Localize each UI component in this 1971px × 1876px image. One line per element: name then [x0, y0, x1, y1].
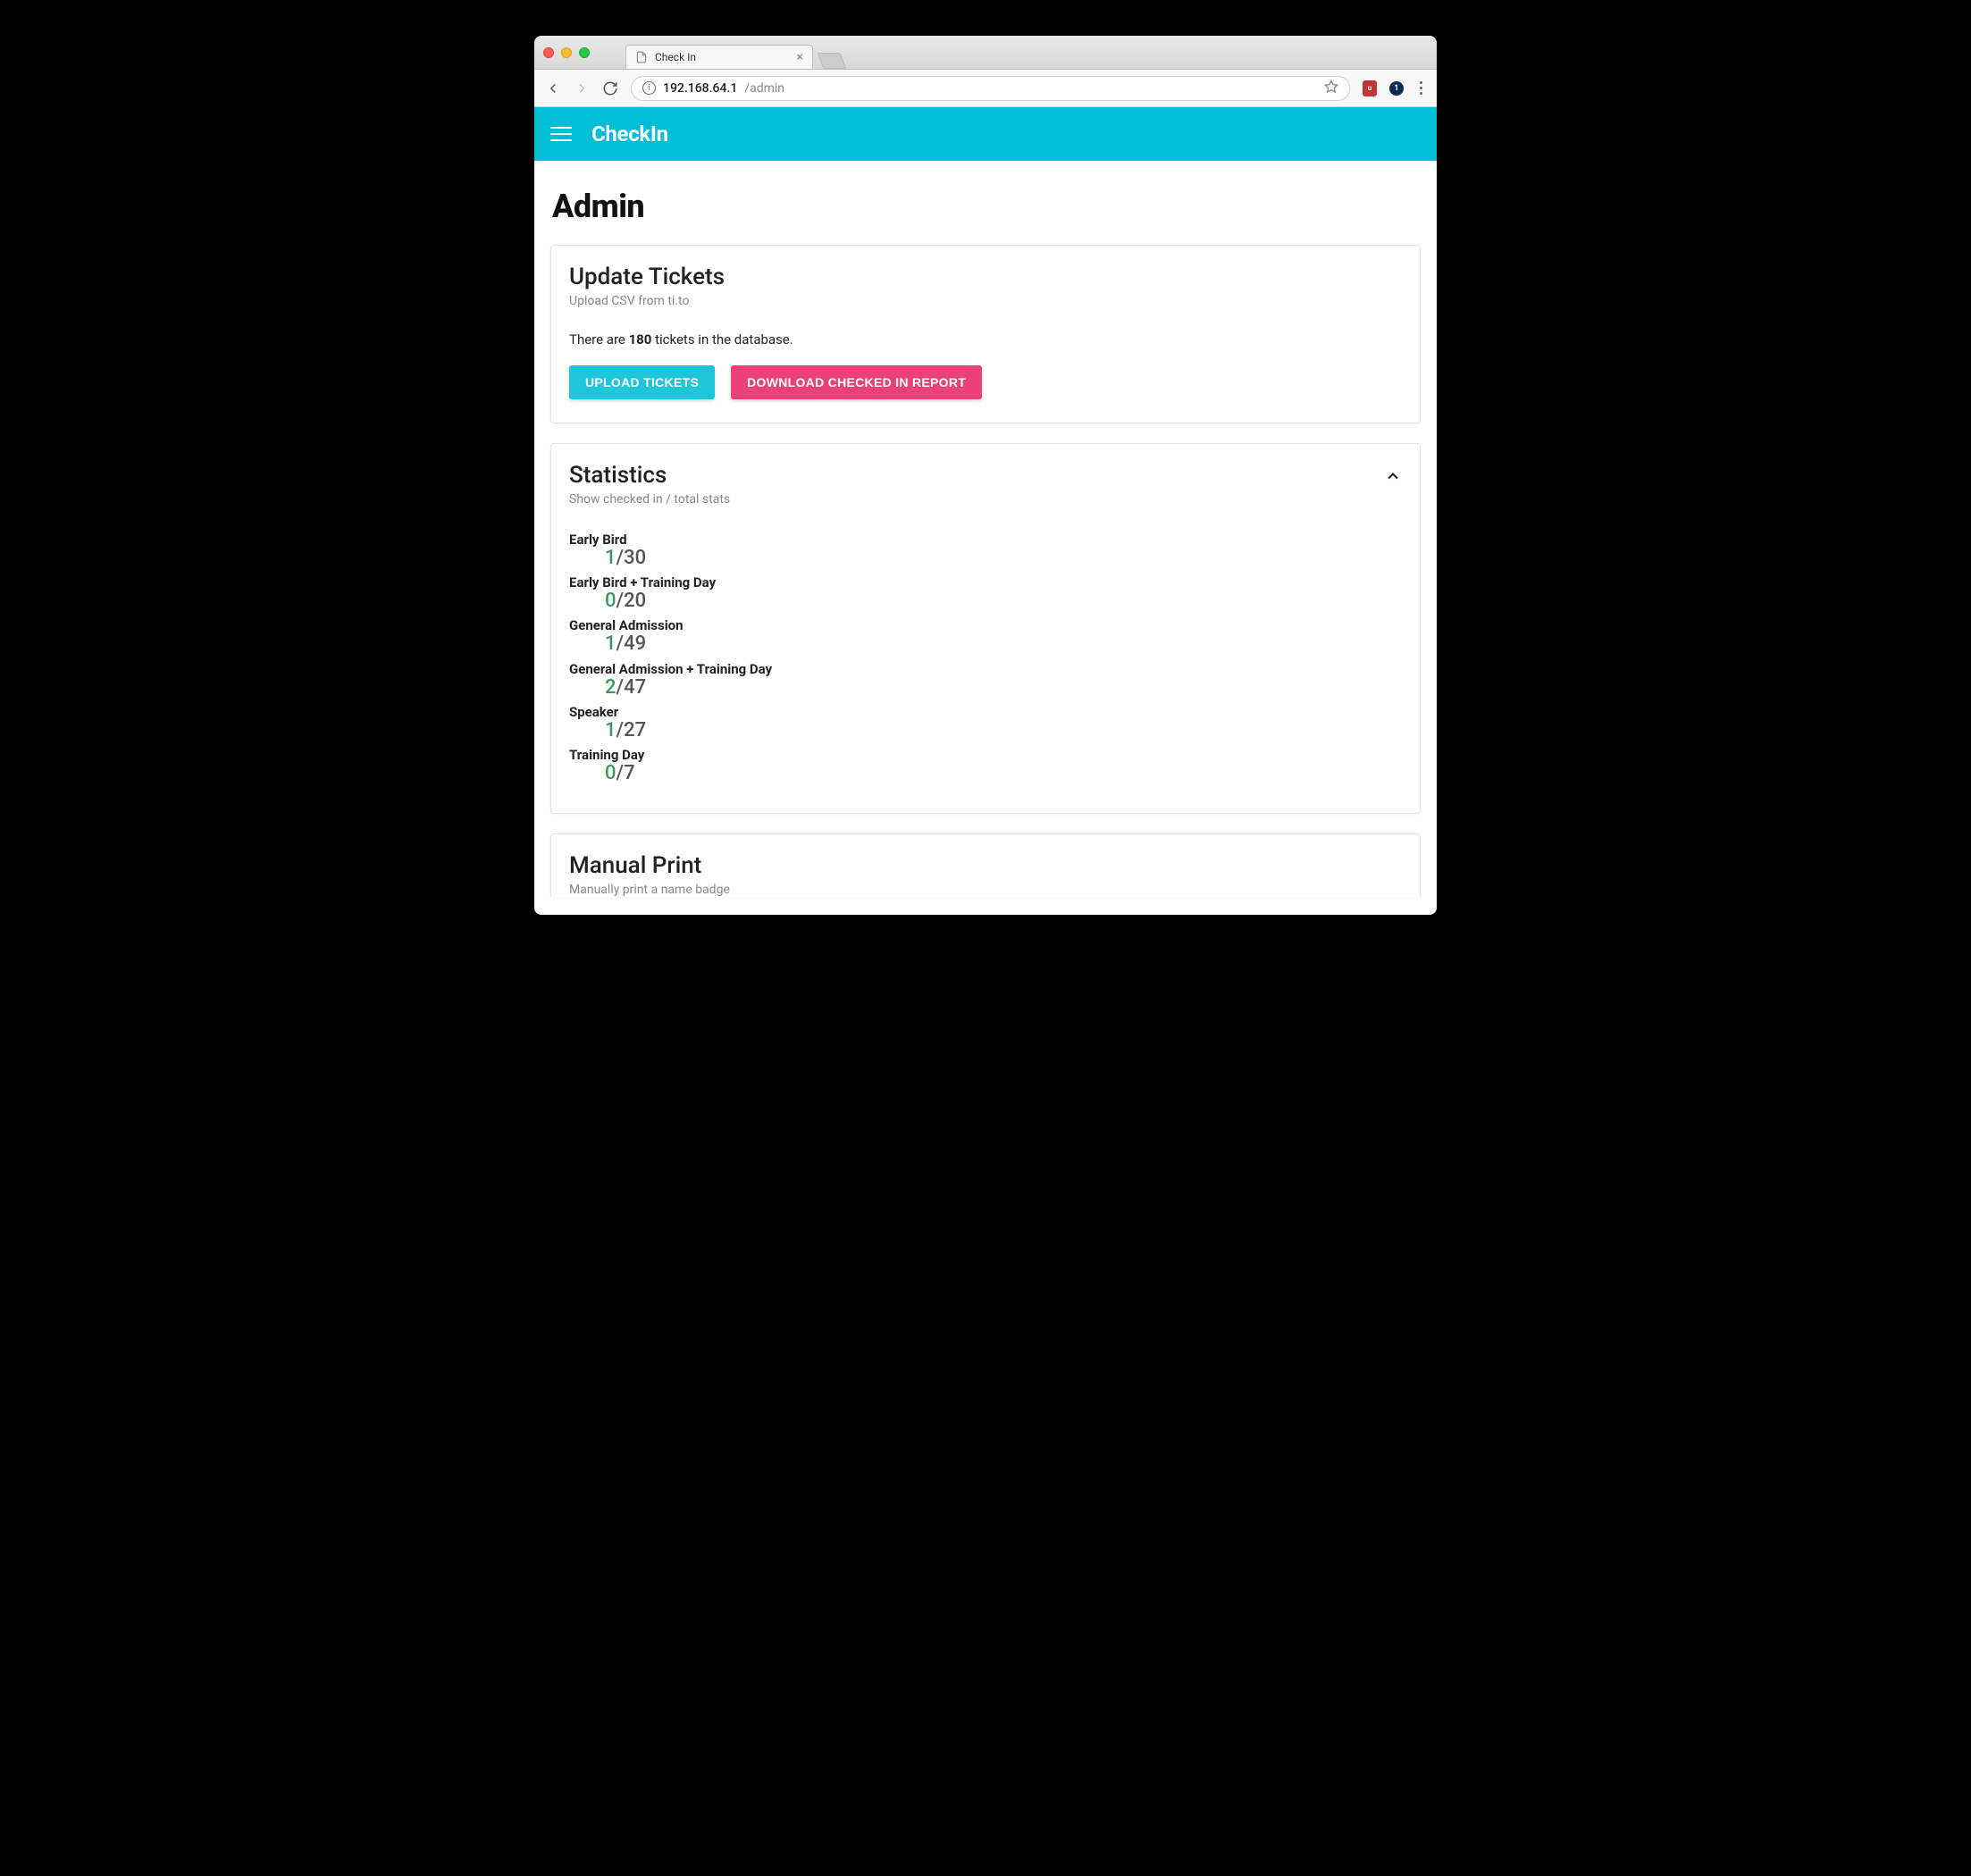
card-subtitle: Manually print a name badge [569, 883, 1402, 897]
stat-label: Early Bird + Training Day [569, 574, 1402, 590]
statistics-header[interactable]: Statistics Show checked in / total stats [569, 462, 1402, 521]
stat-total: 27 [624, 719, 646, 741]
stat-item: Training Day 0/7 [569, 747, 1402, 784]
stat-checked-in: 1 [605, 632, 616, 655]
page-content: Admin Update Tickets Upload CSV from ti.… [534, 161, 1437, 915]
stat-label: General Admission + Training Day [569, 661, 1402, 677]
stat-checked-in: 1 [605, 547, 616, 569]
maximize-window-button[interactable] [579, 47, 590, 58]
new-tab-button[interactable] [818, 53, 847, 69]
document-icon [635, 51, 648, 63]
stat-total: 20 [624, 590, 646, 612]
browser-menu-icon[interactable] [1416, 78, 1426, 98]
stat-total: 7 [624, 762, 635, 784]
stat-label: Training Day [569, 747, 1402, 763]
stat-item: General Admission 1/49 [569, 617, 1402, 655]
stat-item: Speaker 1/27 [569, 704, 1402, 741]
close-window-button[interactable] [543, 47, 554, 58]
stat-total: 49 [624, 632, 646, 655]
browser-tabs: Check In × [625, 36, 843, 69]
window-titlebar: Check In × [534, 36, 1437, 70]
site-info-icon[interactable]: i [642, 81, 656, 95]
card-subtitle: Upload CSV from ti.to [569, 294, 1402, 308]
card-heading: Manual Print [569, 852, 1402, 879]
stat-item: Early Bird 1/30 [569, 532, 1402, 569]
minimize-window-button[interactable] [561, 47, 572, 58]
address-bar[interactable]: i 192.168.64.1/admin [631, 76, 1350, 101]
browser-window: Check In × i 192.168.64.1/admin u 1 [534, 36, 1437, 915]
stat-checked-in: 0 [605, 762, 616, 784]
stat-label: Early Bird [569, 532, 1402, 548]
ublock-extension-icon[interactable]: u [1363, 80, 1377, 96]
ticket-count: 180 [629, 331, 652, 348]
close-tab-icon[interactable]: × [797, 50, 803, 64]
page-title: Admin [552, 188, 1419, 225]
download-report-button[interactable]: DOWNLOAD CHECKED IN REPORT [731, 365, 982, 399]
app-bar: CheckIn [534, 107, 1437, 161]
stat-total: 47 [624, 676, 646, 699]
statistics-card: Statistics Show checked in / total stats… [550, 443, 1421, 814]
stat-item: Early Bird + Training Day 0/20 [569, 574, 1402, 612]
forward-button[interactable] [574, 80, 590, 96]
manual-print-card: Manual Print Manually print a name badge [550, 833, 1421, 897]
back-button[interactable] [545, 80, 561, 96]
stat-label: General Admission [569, 617, 1402, 633]
hamburger-menu-icon[interactable] [550, 127, 572, 141]
stat-item: General Admission + Training Day 2/47 [569, 661, 1402, 699]
ticket-count-line: There are 180 tickets in the database. [569, 331, 1402, 348]
reload-button[interactable] [602, 80, 618, 96]
browser-toolbar: i 192.168.64.1/admin u 1 [534, 70, 1437, 107]
browser-tab-title: Check In [655, 51, 696, 63]
extension-badge-icon[interactable]: 1 [1389, 81, 1404, 96]
url-host: 192.168.64.1 [663, 81, 737, 96]
url-path: /admin [744, 81, 784, 96]
stat-checked-in: 0 [605, 590, 616, 612]
app-brand: CheckIn [591, 121, 668, 147]
update-tickets-card: Update Tickets Upload CSV from ti.to The… [550, 245, 1421, 423]
stat-label: Speaker [569, 704, 1402, 720]
stat-checked-in: 1 [605, 719, 616, 741]
bookmark-star-icon[interactable] [1324, 80, 1338, 97]
browser-tab-active[interactable]: Check In × [625, 45, 813, 69]
stat-total: 30 [624, 547, 646, 569]
card-heading: Update Tickets [569, 264, 1402, 290]
upload-tickets-button[interactable]: UPLOAD TICKETS [569, 365, 715, 399]
stat-checked-in: 2 [605, 676, 616, 699]
chevron-up-icon[interactable] [1384, 467, 1402, 485]
card-heading: Statistics [569, 462, 1384, 489]
window-controls [543, 47, 590, 58]
statistics-list: Early Bird 1/30 Early Bird + Training Da… [569, 532, 1402, 784]
card-subtitle: Show checked in / total stats [569, 492, 1384, 507]
